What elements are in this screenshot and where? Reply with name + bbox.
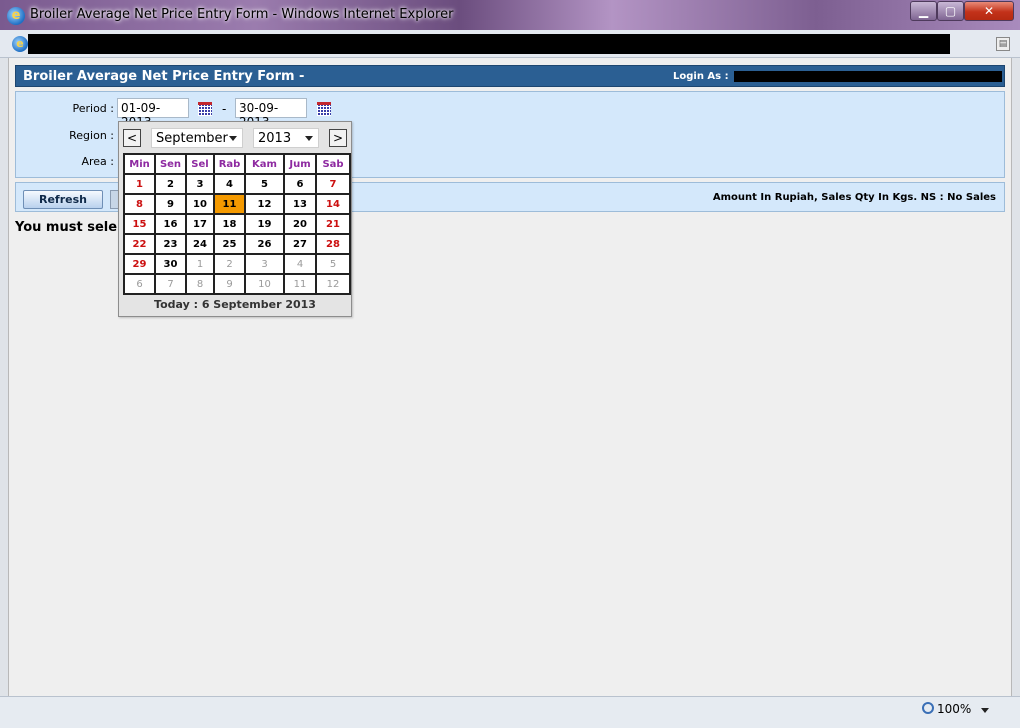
week-row: 8 9 10 11 12 13 14 [123,193,351,215]
dropdown-arrow-icon [229,136,237,141]
ie-icon: e [7,7,25,25]
dropdown-arrow-icon[interactable] [981,708,989,713]
calendar-day[interactable]: 2 [154,173,187,195]
calendar-day[interactable]: 26 [244,233,285,255]
calendar-popup: < September 2013 > Min Sen Sel Rab Kam J… [118,121,352,317]
amount-note: Amount In Rupiah, Sales Qty In Kgs. NS :… [712,192,996,203]
calendar-day[interactable]: 12 [244,193,285,215]
maximize-button[interactable]: ▢ [937,1,964,21]
dropdown-arrow-icon [305,136,313,141]
calendar-day[interactable]: 1 [123,173,156,195]
calendar-day[interactable]: 3 [185,173,215,195]
calendar-day-other-month[interactable]: 1 [185,253,215,275]
year-select[interactable]: 2013 [253,128,319,148]
calendar-day[interactable]: 16 [154,213,187,235]
calendar-day[interactable]: 4 [213,173,246,195]
calendar-today-link[interactable]: Today : 6 September 2013 [119,298,351,311]
period-label: Period : [72,102,114,115]
calendar-day-other-month[interactable]: 12 [315,273,351,295]
weekday-header: Sab [315,153,351,175]
region-label: Region : [69,129,114,142]
calendar-day[interactable]: 21 [315,213,351,235]
page-viewport: Broiler Average Net Price Entry Form - L… [8,58,1012,696]
calendar-day-other-month[interactable]: 11 [283,273,317,295]
calendar-day[interactable]: 23 [154,233,187,255]
weekday-header: Min [123,153,156,175]
calendar-day[interactable]: 19 [244,213,285,235]
calendar-day[interactable]: 18 [213,213,246,235]
calendar-day[interactable]: 7 [315,173,351,195]
calendar-day[interactable]: 9 [154,193,187,215]
weekday-header: Kam [244,153,285,175]
warning-message: You must sele [15,220,118,235]
status-bar: 100% [0,696,1020,728]
calendar-day[interactable]: 20 [283,213,317,235]
calendar-day-other-month[interactable]: 9 [213,273,246,295]
calendar-day-other-month[interactable]: 5 [315,253,351,275]
calendar-icon[interactable] [317,102,331,116]
calendar-day[interactable]: 28 [315,233,351,255]
week-row: 1 2 3 4 5 6 7 [123,173,351,195]
close-button[interactable]: ✕ [964,1,1014,21]
weekday-header: Sen [154,153,187,175]
month-select[interactable]: September [151,128,243,148]
compatibility-view-icon[interactable]: ▤ [996,37,1010,51]
week-row: 22 23 24 25 26 27 28 [123,233,351,255]
year-value: 2013 [258,131,292,146]
calendar-day[interactable]: 22 [123,233,156,255]
page-title: Broiler Average Net Price Entry Form - [23,69,305,84]
calendar-day-other-month[interactable]: 2 [213,253,246,275]
calendar-day-other-month[interactable]: 8 [185,273,215,295]
period-from-input[interactable]: 01-09-2013 [117,98,189,129]
calendar-day[interactable]: 10 [185,193,215,215]
week-row: 6 7 8 9 10 11 12 [123,273,351,295]
calendar-icon[interactable] [198,102,212,116]
calendar-day[interactable]: 13 [283,193,317,215]
calendar-day-other-month[interactable]: 4 [283,253,317,275]
login-label: Login As : [673,71,729,82]
refresh-button[interactable]: Refresh [23,190,103,209]
calendar-prev-button[interactable]: < [123,129,141,147]
window-title: Broiler Average Net Price Entry Form - W… [30,7,454,22]
ie-icon: e [12,36,28,52]
window-titlebar: e Broiler Average Net Price Entry Form -… [0,0,1020,30]
address-field-redacted[interactable] [28,34,950,54]
zoom-icon[interactable] [922,702,934,714]
weekday-header: Jum [283,153,317,175]
calendar-grid: Min Sen Sel Rab Kam Jum Sab 1 2 3 4 5 6 [123,153,351,295]
calendar-day[interactable]: 14 [315,193,351,215]
address-bar: e ▤ [0,30,1020,58]
week-row: 15 16 17 18 19 20 21 [123,213,351,235]
weekday-row: Min Sen Sel Rab Kam Jum Sab [123,153,351,175]
calendar-day-other-month[interactable]: 10 [244,273,285,295]
week-row: 29 30 1 2 3 4 5 [123,253,351,275]
month-value: September [156,131,228,146]
weekday-header: Sel [185,153,215,175]
calendar-day[interactable]: 25 [213,233,246,255]
calendar-day-other-month[interactable]: 7 [154,273,187,295]
calendar-day[interactable]: 6 [283,173,317,195]
calendar-day[interactable]: 5 [244,173,285,195]
calendar-day[interactable]: 27 [283,233,317,255]
zoom-level[interactable]: 100% [937,702,971,716]
calendar-day-other-month[interactable]: 3 [244,253,285,275]
calendar-day[interactable]: 29 [123,253,156,275]
page-header: Broiler Average Net Price Entry Form - L… [15,65,1005,87]
calendar-next-button[interactable]: > [329,129,347,147]
login-value-redacted [734,71,1002,82]
area-label: Area : [81,155,114,168]
calendar-day[interactable]: 30 [154,253,187,275]
calendar-day-other-month[interactable]: 6 [123,273,156,295]
period-separator: - [222,102,227,116]
calendar-day-selected[interactable]: 11 [213,193,246,215]
period-to-input[interactable]: 30-09-2013 [235,98,307,129]
calendar-day[interactable]: 17 [185,213,215,235]
calendar-day[interactable]: 15 [123,213,156,235]
calendar-day[interactable]: 24 [185,233,215,255]
minimize-button[interactable]: ▁ [910,1,937,21]
calendar-day[interactable]: 8 [123,193,156,215]
weekday-header: Rab [213,153,246,175]
